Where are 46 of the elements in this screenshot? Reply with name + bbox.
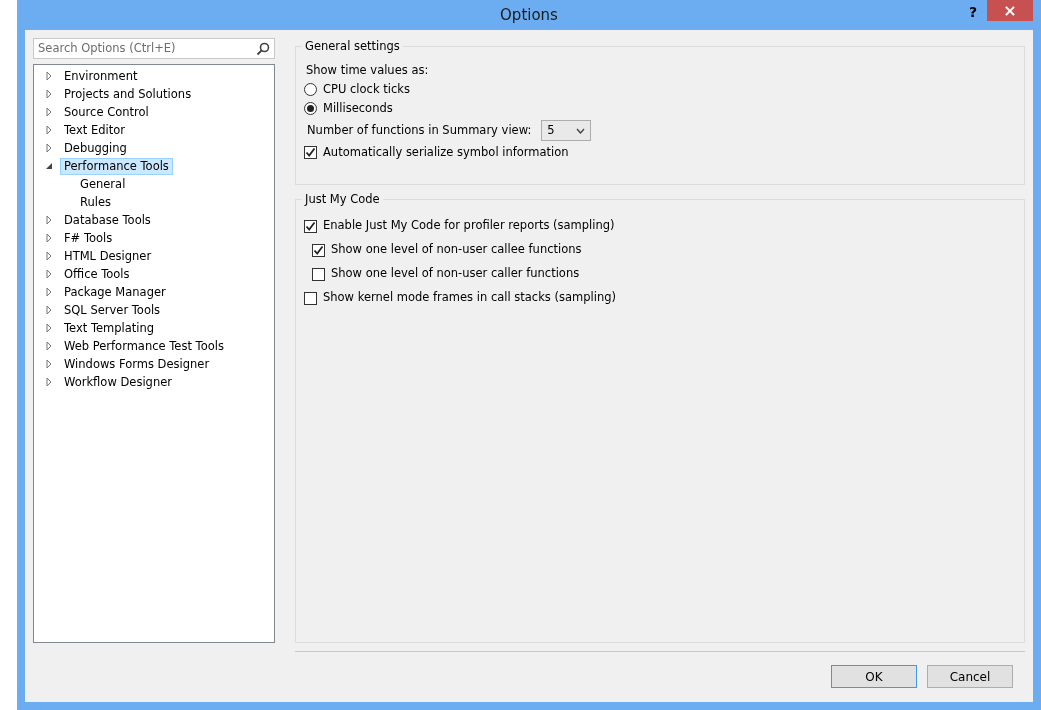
tree-item[interactable]: Rules xyxy=(76,193,116,211)
checkbox[interactable] xyxy=(304,291,317,305)
group-title: General settings xyxy=(302,38,403,56)
group-title: Just My Code xyxy=(302,191,383,209)
search-icon xyxy=(256,41,270,56)
tree-item[interactable]: Text Templating xyxy=(60,319,159,337)
checkbox[interactable] xyxy=(312,243,325,257)
tree-item[interactable]: HTML Designer xyxy=(60,247,156,265)
tree-item[interactable]: Performance Tools xyxy=(60,157,173,175)
field-label: Show time values as: xyxy=(306,61,429,79)
tree-item[interactable]: Windows Forms Designer xyxy=(60,355,214,373)
checkbox-label: Show one level of non-user callee functions xyxy=(331,241,582,259)
checkbox-label: Show one level of non-user caller functions xyxy=(331,265,580,283)
tree-item[interactable]: F# Tools xyxy=(60,229,117,247)
tree-item[interactable]: Environment xyxy=(60,67,142,85)
window-title: Options xyxy=(500,4,558,26)
checkbox-label: Automatically serialize symbol information xyxy=(323,143,569,161)
tree-item[interactable]: General xyxy=(76,175,130,193)
tree-item[interactable]: SQL Server Tools xyxy=(60,301,165,319)
tree-item[interactable]: Package Manager xyxy=(60,283,170,301)
tree-item[interactable]: Text Editor xyxy=(60,121,129,139)
field-label: Number of functions in Summary view: xyxy=(307,121,532,139)
close-button[interactable]: × xyxy=(987,0,1033,21)
radio-button[interactable] xyxy=(304,83,317,96)
tree-item[interactable]: Database Tools xyxy=(60,211,155,229)
ok-button[interactable]: OK xyxy=(831,665,917,688)
radio-button[interactable] xyxy=(304,102,317,115)
radio-label: Milliseconds xyxy=(323,99,393,117)
tree-item[interactable]: Office Tools xyxy=(60,265,134,283)
chevron-icon xyxy=(576,127,586,134)
cancel-button[interactable]: Cancel xyxy=(927,665,1013,688)
checkbox[interactable] xyxy=(304,219,317,233)
tree-item[interactable]: Source Control xyxy=(60,103,153,121)
checkbox-label: Show kernel mode frames in call stacks (sampling) xyxy=(323,289,616,307)
tree-item[interactable]: Projects and Solutions xyxy=(60,85,196,103)
checkbox[interactable] xyxy=(304,146,317,159)
radio-label: CPU clock ticks xyxy=(323,80,410,98)
help-button[interactable]: ? xyxy=(964,2,981,23)
dropdown-value: 5 xyxy=(547,121,555,139)
tree-item[interactable]: Web Performance Test Tools xyxy=(60,337,228,355)
search-field[interactable]: Search Options (Ctrl+E) xyxy=(33,38,275,59)
tree-item[interactable]: Debugging xyxy=(60,139,131,157)
dropdown[interactable]: 5 xyxy=(541,120,592,141)
checkbox[interactable] xyxy=(312,267,325,281)
checkbox-label: Enable Just My Code for profiler reports (sampling) xyxy=(323,217,615,235)
tree-item[interactable]: Workflow Designer xyxy=(60,373,176,391)
